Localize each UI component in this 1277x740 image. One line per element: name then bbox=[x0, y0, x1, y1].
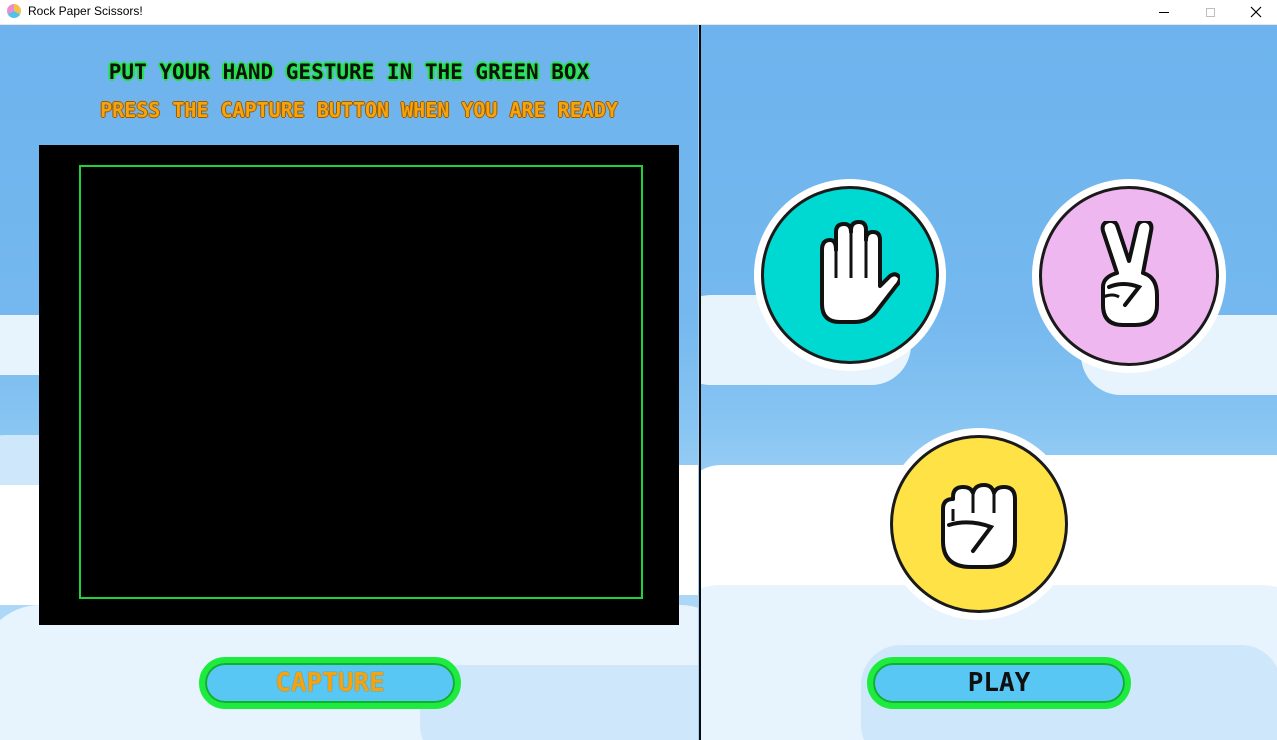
scissors-circle bbox=[1039, 186, 1219, 366]
minimize-button[interactable] bbox=[1141, 0, 1187, 24]
window-title: Rock Paper Scissors! bbox=[28, 4, 143, 18]
maximize-button[interactable] bbox=[1187, 0, 1233, 24]
instruction-subheading: PRESS THE CAPTURE BUTTON WHEN YOU ARE RE… bbox=[100, 98, 618, 122]
maximize-icon bbox=[1205, 7, 1215, 17]
paper-circle bbox=[761, 186, 939, 364]
cloud bbox=[420, 665, 698, 740]
close-button[interactable] bbox=[1233, 0, 1277, 24]
camera-view bbox=[39, 145, 679, 625]
capture-button[interactable]: CAPTURE bbox=[199, 657, 461, 709]
rock-circle bbox=[890, 435, 1068, 613]
instruction-heading: PUT YOUR HAND GESTURE IN THE GREEN BOX bbox=[108, 60, 590, 84]
choices-panel bbox=[701, 25, 1277, 740]
paper-gesture bbox=[754, 179, 946, 371]
peace-hand-icon bbox=[1100, 221, 1159, 327]
title-bar: Rock Paper Scissors! bbox=[0, 0, 1277, 25]
scissors-gesture bbox=[1032, 179, 1226, 373]
play-button[interactable]: PLAY bbox=[867, 657, 1131, 709]
minimize-icon bbox=[1159, 11, 1169, 13]
app-icon bbox=[7, 4, 21, 18]
fist-icon bbox=[941, 483, 1017, 569]
green-guide-box bbox=[79, 165, 643, 599]
open-hand-icon bbox=[820, 220, 900, 324]
rock-gesture bbox=[883, 428, 1075, 620]
close-icon bbox=[1250, 6, 1262, 18]
